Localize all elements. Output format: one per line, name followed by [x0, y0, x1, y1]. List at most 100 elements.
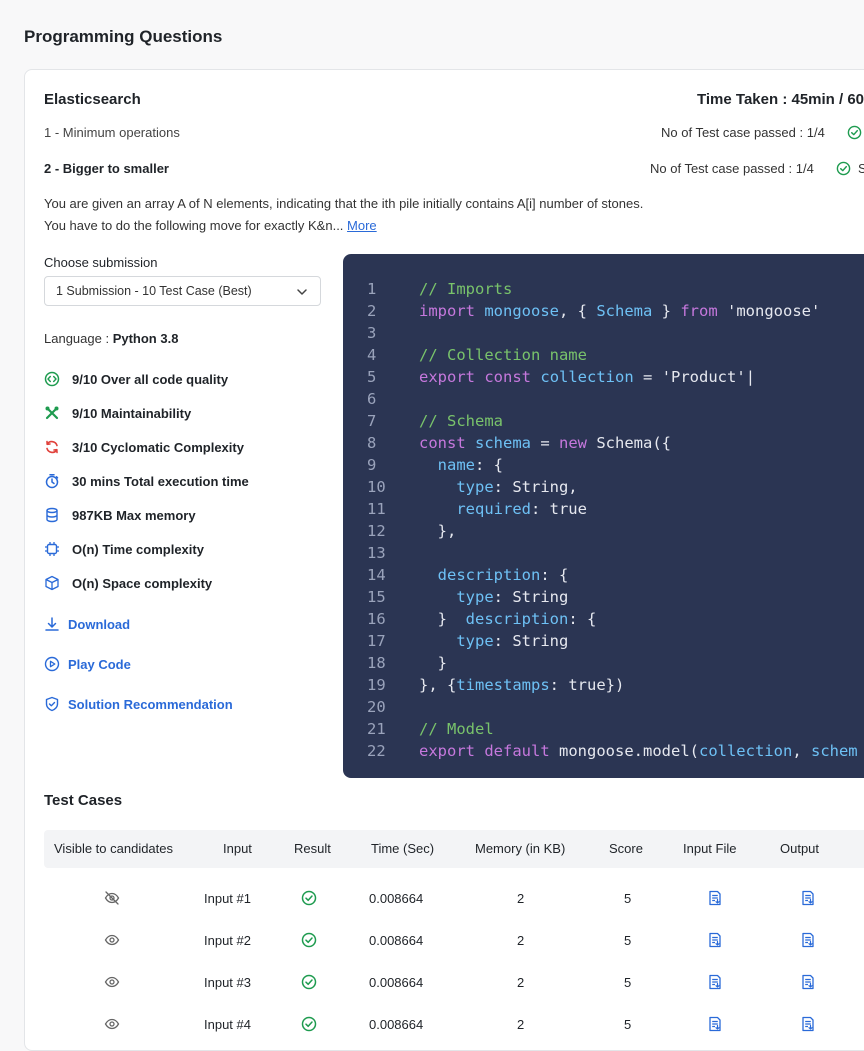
table-header: Visible to candidates Input Result Time … — [44, 830, 864, 868]
question-item-2[interactable]: 2 - Bigger to smaller — [44, 161, 169, 176]
code-text: type: String — [456, 632, 569, 650]
line-number: 19 — [367, 676, 386, 694]
line-number: 22 — [367, 742, 386, 760]
time-taken: Time Taken : 45min / 60 — [697, 91, 864, 108]
output-file-icon[interactable] — [800, 1016, 816, 1032]
page-title: Programming Questions — [24, 27, 223, 46]
time-cell: 0.008664 — [369, 975, 424, 990]
input-file-icon[interactable] — [707, 932, 723, 948]
cycle-icon — [46, 440, 58, 454]
more-link[interactable]: More — [347, 218, 377, 233]
line-number: 15 — [367, 588, 386, 606]
question-item-1[interactable]: 1 - Minimum operations — [44, 125, 180, 140]
input-file-icon[interactable] — [707, 890, 723, 906]
line-number: 21 — [367, 720, 386, 738]
code-text: name: { — [437, 456, 503, 474]
code-line: 14 description: { — [343, 564, 864, 586]
code-text: export default mongoose.model(collection… — [419, 742, 858, 760]
column-header: Score — [609, 841, 643, 856]
code-line: 6 — [343, 388, 864, 410]
eye-icon[interactable] — [104, 932, 120, 948]
metric-code-quality: 9/10 Over all code quality — [44, 371, 228, 387]
metric-maintainability: 9/10 Maintainability — [44, 405, 191, 421]
input-cell: Input #3 — [204, 975, 251, 990]
description-text: You have to do the following move for ex… — [44, 218, 344, 233]
time-cell: 0.008664 — [369, 933, 424, 948]
metric-text: 30 mins Total execution time — [72, 473, 249, 489]
score-cell: 5 — [624, 933, 632, 948]
line-number: 3 — [367, 324, 377, 342]
check-circle-icon — [836, 161, 851, 176]
code-line: 17 type: String — [343, 630, 864, 652]
eye-icon[interactable] — [104, 974, 120, 990]
column-header: Time (Sec) — [371, 841, 435, 856]
score-cell: 5 — [624, 891, 632, 906]
line-number: 20 — [367, 698, 386, 716]
line-number: 2 — [367, 302, 377, 320]
eye-off-icon[interactable] — [104, 890, 120, 906]
code-line: 20 — [343, 696, 864, 718]
line-number: 11 — [367, 500, 386, 518]
tests-passed-2: No of Test case passed : 1/4 — [650, 161, 814, 176]
output-file-icon[interactable] — [800, 974, 816, 990]
code-editor[interactable]: 1 // Imports 2 import mongoose, { Schema } … — [343, 254, 864, 778]
eye-icon[interactable] — [104, 1016, 120, 1032]
description-line-2: You have to do the following move for ex… — [44, 218, 377, 233]
line-number: 9 — [367, 456, 377, 474]
download-label: Download — [68, 616, 131, 632]
download-icon — [45, 617, 59, 631]
shield-check-icon — [45, 696, 59, 712]
code-line: 7 // Schema — [343, 410, 864, 432]
input-file-icon[interactable] — [707, 1016, 723, 1032]
line-number: 6 — [367, 390, 377, 408]
code-text: } description: { — [419, 610, 597, 628]
line-number: 10 — [367, 478, 386, 496]
language-value: Python 3.8 — [112, 331, 179, 346]
input-cell: Input #2 — [204, 933, 251, 948]
code-quality-icon — [44, 371, 60, 387]
download-button[interactable]: Download — [44, 616, 130, 632]
play-circle-icon — [44, 656, 60, 672]
database-icon — [46, 507, 58, 523]
code-text: } — [419, 654, 447, 672]
check-circle-icon — [301, 890, 317, 906]
column-header: Input File — [683, 841, 737, 856]
language-label: Language : — [44, 331, 113, 346]
code-text: import mongoose, { Schema } from 'mongoo… — [419, 302, 821, 320]
chip-icon — [45, 542, 59, 556]
line-number: 7 — [367, 412, 377, 430]
output-file-icon[interactable] — [800, 890, 816, 906]
input-cell: Input #4 — [204, 1017, 251, 1032]
metric-text: 3/10 Cyclomatic Complexity — [72, 439, 244, 455]
code-line: 3 — [343, 322, 864, 344]
column-header: Output — [780, 841, 820, 856]
output-file-icon[interactable] — [800, 932, 816, 948]
code-line: 8 const schema = new Schema({ — [343, 432, 864, 454]
test-cases-title: Test Cases — [44, 792, 123, 809]
column-header: Result — [294, 841, 331, 856]
submission-select[interactable]: 1 Submission - 10 Test Case (Best) — [44, 276, 321, 306]
score-cell: 5 — [624, 975, 632, 990]
check-circle-icon — [301, 974, 317, 990]
trailing-text: S — [858, 161, 864, 176]
metric-text: 987KB Max memory — [72, 507, 196, 523]
code-text: // Imports — [419, 280, 513, 298]
memory-cell: 2 — [517, 933, 525, 948]
memory-cell: 2 — [517, 891, 525, 906]
line-number: 17 — [367, 632, 386, 650]
code-text: // Schema — [419, 412, 503, 430]
metric-text: O(n) Time complexity — [72, 541, 204, 557]
code-text: export const collection = 'Product'| — [419, 368, 756, 386]
play-code-button[interactable]: Play Code — [44, 656, 131, 672]
tests-passed-1: No of Test case passed : 1/4 — [661, 125, 825, 140]
code-text: type: String, — [456, 478, 578, 496]
code-line: 22 export default mongoose.model(collecti… — [343, 740, 864, 762]
input-cell: Input #1 — [204, 891, 251, 906]
column-header: Memory (in KB) — [475, 841, 566, 856]
solution-recommendation-button[interactable]: Solution Recommendation — [44, 696, 233, 712]
input-file-icon[interactable] — [707, 974, 723, 990]
code-text: // Collection name — [419, 346, 587, 364]
code-text: // Model — [419, 720, 494, 738]
metric-cyclomatic: 3/10 Cyclomatic Complexity — [44, 439, 244, 455]
solution-recommendation-label: Solution Recommendation — [68, 696, 233, 712]
